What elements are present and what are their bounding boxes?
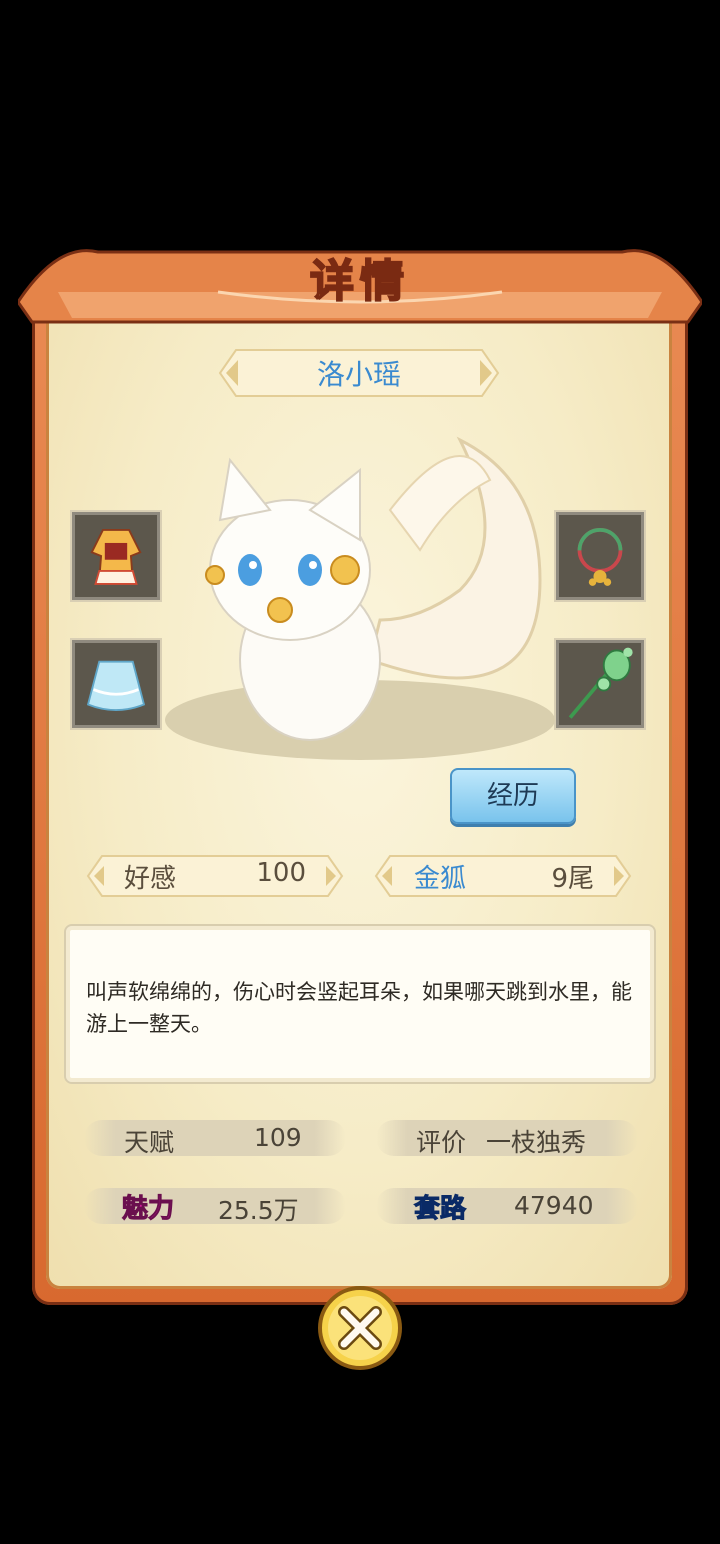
dialog-title: 详情 (309, 255, 410, 308)
pet-illustration (165, 436, 555, 760)
skirt-icon (86, 660, 146, 712)
rating-value: 一枝独秀 (486, 1128, 587, 1157)
dress-icon (90, 528, 142, 585)
charm-badge: 魅力 (121, 1194, 175, 1225)
equip-slot-bracelet[interactable] (556, 512, 644, 600)
fox-tails-value: 9尾 (551, 864, 594, 894)
bracelet-icon (577, 528, 623, 586)
experience-button[interactable]: 经历 (450, 768, 576, 824)
pet-name: 洛小瑶 (316, 358, 401, 391)
pet-description: 叫声软绵绵的，伤心时会竖起耳朵，如果哪天跳到水里，能游上一整天。 (86, 980, 632, 1036)
affinity-label: 好感 (124, 864, 177, 894)
hairpin-icon (568, 647, 633, 719)
talent-value: 109 (254, 1123, 302, 1152)
equip-slot-skirt[interactable] (72, 640, 160, 728)
fox-type-label: 金狐 (414, 864, 467, 894)
charm-value: 25.5万 (218, 1196, 299, 1225)
talent-label: 天赋 (124, 1128, 175, 1157)
equip-slot-hairpin[interactable] (556, 640, 644, 728)
rating-label: 评价 (416, 1128, 467, 1157)
tactics-value: 47940 (514, 1191, 594, 1220)
close-button[interactable] (314, 1282, 406, 1374)
affinity-value: 100 (256, 858, 306, 888)
equip-slot-dress[interactable] (72, 512, 160, 600)
tactics-badge: 套路 (413, 1194, 467, 1225)
